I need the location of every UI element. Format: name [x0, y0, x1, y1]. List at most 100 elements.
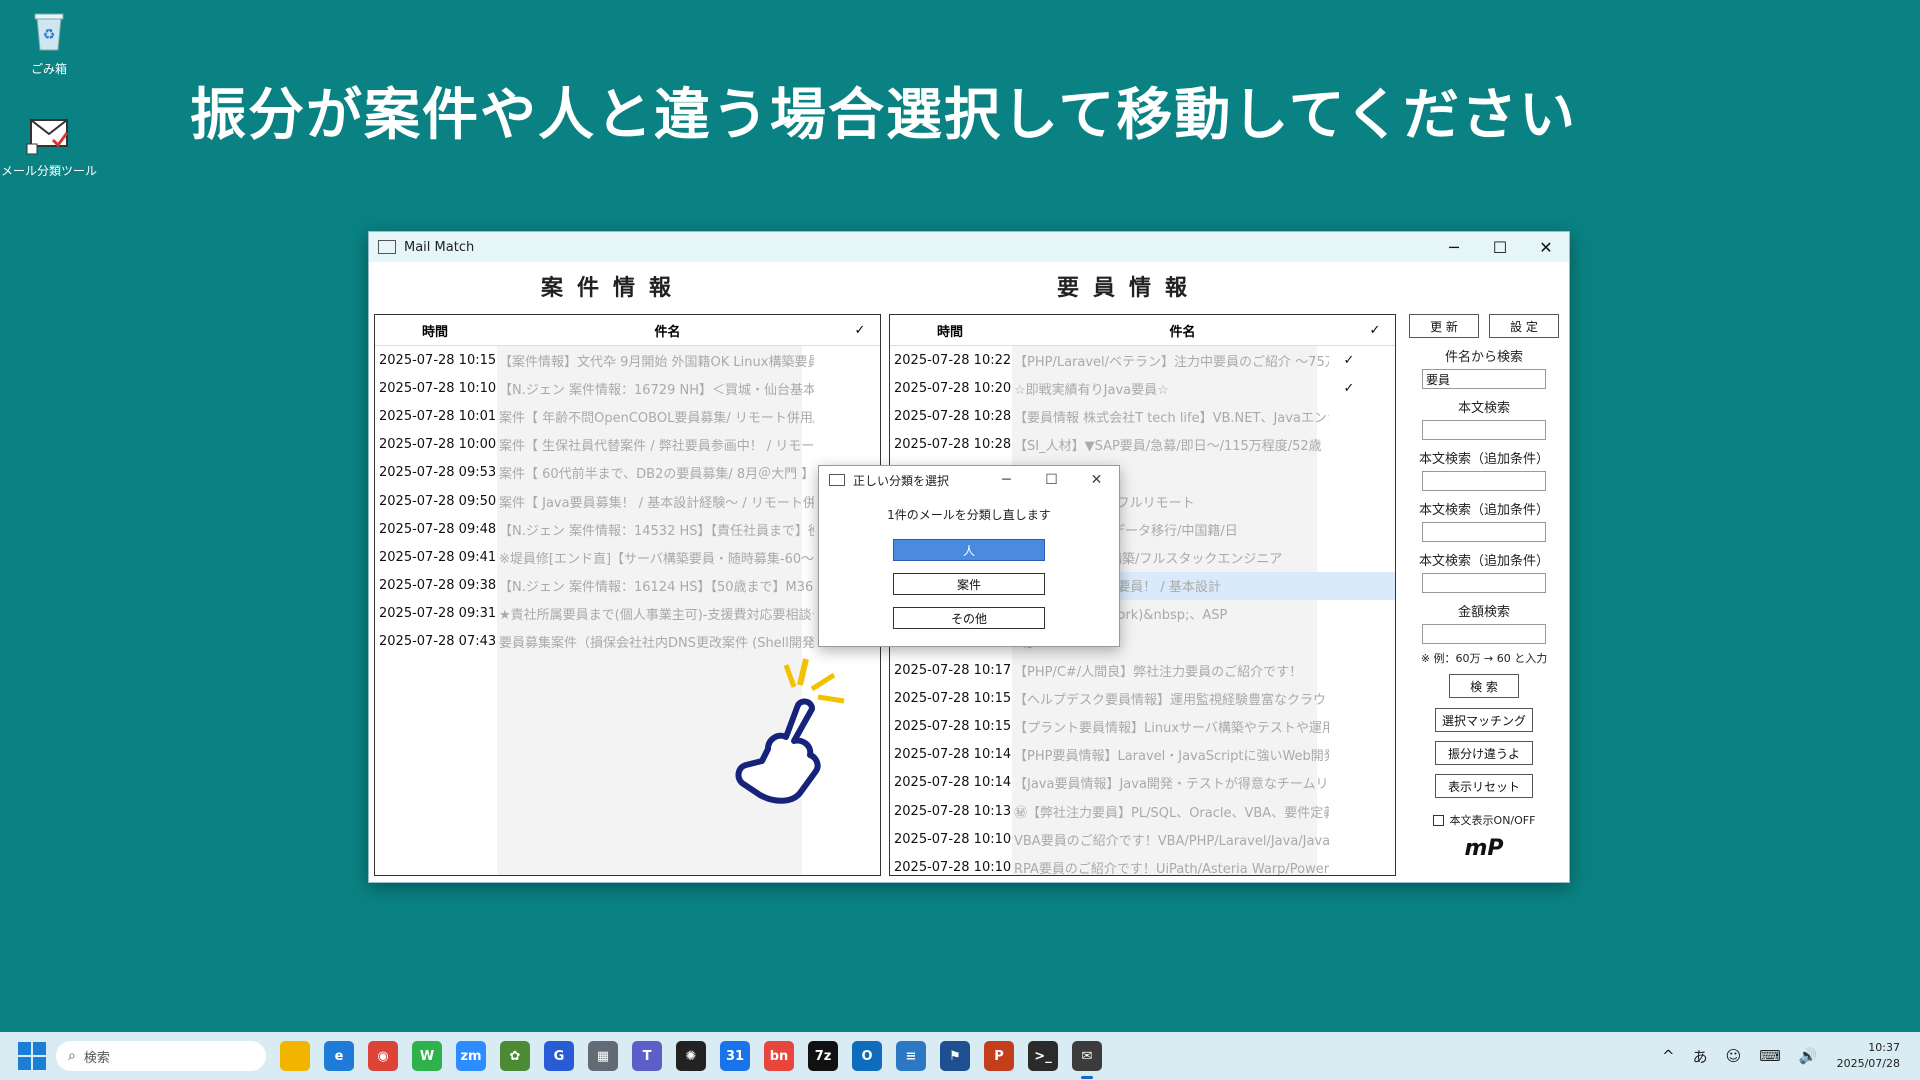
- list-row[interactable]: 2025-07-28 09:48 【N.ジェン 案件情報：14532 HS】【責任…: [375, 515, 880, 543]
- start-button[interactable]: [18, 1042, 46, 1070]
- desktop-icon-mail-tool[interactable]: メール分類ツール: [1, 110, 97, 179]
- list-row[interactable]: 2025-07-28 10:22 【PHP/Laravel/ベテラン】注力中要員の…: [890, 346, 1395, 374]
- list-row[interactable]: 2025-07-28 10:28 【SI_人材】▼SAP要員/急募/即日～/115…: [890, 431, 1395, 459]
- extra-search-input-2[interactable]: [1422, 522, 1546, 542]
- row-time: 2025-07-28 10:01: [379, 408, 497, 424]
- mail-match-icon[interactable]: ✉: [1072, 1041, 1102, 1079]
- option-person-button[interactable]: 人: [893, 539, 1045, 561]
- notepad-icon[interactable]: ≡: [896, 1041, 926, 1071]
- row-subject: 【PHP/Laravel/ベテラン】注力中要員のご紹介 ～75万円: [1014, 354, 1329, 370]
- dialog-maximize-button[interactable]: ☐: [1029, 472, 1074, 488]
- dialog-close-button[interactable]: ✕: [1074, 472, 1119, 488]
- 7zip-icon[interactable]: 7z: [808, 1041, 838, 1071]
- list-row[interactable]: 2025-07-28 10:15 【案件情報】文代卆 9月開始 外国籍OK Lin…: [375, 346, 880, 374]
- explorer-icon[interactable]: [280, 1041, 310, 1071]
- list-row[interactable]: 2025-07-28 10:28 【要員情報 株式会社T tech life】VB…: [890, 402, 1395, 430]
- row-check[interactable]: ✓: [1329, 381, 1369, 396]
- select-matching-button[interactable]: 選択マッチング: [1435, 708, 1533, 732]
- column-header-check[interactable]: ✓: [1355, 323, 1395, 338]
- list-row[interactable]: 2025-07-28 09:38 【N.ジェン 案件情報：16124 HS】【50…: [375, 572, 880, 600]
- window-titlebar[interactable]: Mail Match ─ ☐ ✕: [369, 232, 1569, 262]
- reassign-button[interactable]: 振分け違うよ: [1435, 741, 1533, 765]
- list-row[interactable]: 2025-07-28 10:20 ☆即戦実績有りJava要員☆ ✓: [890, 374, 1395, 402]
- row-subject: ㊙【弊社注力要員】PL/SQL、Oracle、VBA、要件定義～／55: [1014, 805, 1329, 821]
- list-row[interactable]: 2025-07-28 10:14 【PHP要員情報】Laravel・JavaScr…: [890, 741, 1395, 769]
- chrome-icon[interactable]: ◉: [368, 1041, 398, 1071]
- minimize-button[interactable]: ─: [1431, 232, 1477, 262]
- tray-volume-icon[interactable]: 🔊: [1799, 1047, 1818, 1065]
- list-row[interactable]: 2025-07-28 09:53 案件【 60代前半まで、DB2の要員募集/ 8月…: [375, 459, 880, 487]
- refresh-button[interactable]: 更 新: [1409, 314, 1479, 338]
- extra-search-input-1[interactable]: [1422, 471, 1546, 491]
- svg-text:♻: ♻: [43, 27, 56, 43]
- list-row[interactable]: 2025-07-28 10:00 案件【 生保社員代替案件 / 弊社要員参画中！ …: [375, 431, 880, 459]
- body-toggle-checkbox[interactable]: [1432, 814, 1444, 826]
- reset-view-button[interactable]: 表示リセット: [1435, 774, 1533, 798]
- network-app-icon[interactable]: ⚑: [940, 1041, 970, 1071]
- list-row[interactable]: 2025-07-28 10:13 ㊙【弊社注力要員】PL/SQL、Oracle、V…: [890, 797, 1395, 825]
- search-button[interactable]: 検 索: [1449, 674, 1519, 698]
- list-row[interactable]: 2025-07-28 10:01 案件【 年齢不問OpenCOBOL要員募集/ リ…: [375, 402, 880, 430]
- taskbar-clock[interactable]: 10:37 2025/07/28: [1837, 1040, 1900, 1072]
- list-row[interactable]: 2025-07-28 09:41 ※堤員修[エンド直]【サーバ構築要員・随時募集-…: [375, 543, 880, 571]
- teams-icon[interactable]: T: [632, 1041, 662, 1071]
- column-header-subject[interactable]: 件名: [495, 321, 840, 340]
- chatgpt-icon[interactable]: ✺: [676, 1041, 706, 1071]
- column-header-subject[interactable]: 件名: [1010, 321, 1355, 340]
- subject-search-input[interactable]: 要員: [1422, 369, 1546, 389]
- tray-network-icon[interactable]: ⌨: [1759, 1047, 1781, 1065]
- list-row[interactable]: 2025-07-28 10:14 【Java要員情報】Java開発・テストが得意な…: [890, 769, 1395, 797]
- plant-icon[interactable]: ✿: [500, 1041, 530, 1071]
- column-header-time[interactable]: 時間: [375, 321, 495, 340]
- column-header-time[interactable]: 時間: [890, 321, 1010, 340]
- clock-date: 2025/07/28: [1836, 1057, 1900, 1070]
- dialog-titlebar[interactable]: 正しい分類を選択 ─ ☐ ✕: [819, 466, 1119, 494]
- body-search-input[interactable]: [1422, 420, 1546, 440]
- option-project-button[interactable]: 案件: [893, 573, 1045, 595]
- row-subject: 【ヘルプデスク要員情報】運用監視経験豊富なクラウド志向のヘル: [1014, 692, 1329, 708]
- desktop-icon-recycle-bin[interactable]: ♻ ごみ箱: [1, 8, 97, 77]
- list-row[interactable]: 2025-07-28 10:15 【ヘルプデスク要員情報】運用監視経験豊富なクラウ…: [890, 684, 1395, 712]
- option-other-button[interactable]: その他: [893, 607, 1045, 629]
- calculator-icon[interactable]: ▦: [588, 1041, 618, 1071]
- list-row[interactable]: 2025-07-28 09:50 案件【 Java要員募集！ / 基本設計経験～ …: [375, 487, 880, 515]
- list-row[interactable]: 2025-07-28 10:17 【PHP/C#/人間良】弊社注力要員のご紹介です…: [890, 656, 1395, 684]
- powerpoint-icon[interactable]: P: [984, 1041, 1014, 1071]
- amount-search-label: 金額検索: [1457, 605, 1510, 620]
- list-row[interactable]: 2025-07-28 10:10 RPA要員のご紹介です！UiPath/Aster…: [890, 853, 1395, 875]
- staff-pane-title: 要員情報: [1057, 276, 1202, 301]
- list-row[interactable]: 2025-07-28 09:31 ★責社所属要員まで(個人事業主可)-支援費対応要…: [375, 600, 880, 628]
- tray-chevron-icon[interactable]: ^: [1662, 1047, 1675, 1065]
- dialog-minimize-button[interactable]: ─: [984, 472, 1029, 488]
- maximize-button[interactable]: ☐: [1477, 232, 1523, 262]
- list-row[interactable]: 2025-07-28 10:10 VBA要員のご紹介です！VBA/PHP/Lara…: [890, 825, 1395, 853]
- extra-search-input-3[interactable]: [1422, 573, 1546, 593]
- list-row[interactable]: 2025-07-28 10:10 【N.ジェン 案件情報：16729 NH】＜買城…: [375, 374, 880, 402]
- row-subject: 【プラント要員情報】Linuxサーバ構築やテストや運用系希望/イン: [1014, 721, 1329, 737]
- tray-status-icon[interactable]: ☺: [1726, 1047, 1742, 1065]
- row-check[interactable]: ✓: [1329, 353, 1369, 368]
- dialog-mail-icon: [829, 474, 845, 486]
- zoom-icon[interactable]: zm: [456, 1041, 486, 1071]
- system-tray: ^ あ ☺ ⌨ 🔊: [1653, 1046, 1827, 1067]
- pointing-hand-icon: [735, 658, 845, 804]
- close-button[interactable]: ✕: [1523, 232, 1569, 262]
- w-app-icon[interactable]: W: [412, 1041, 442, 1071]
- tray-ime-icon[interactable]: あ: [1693, 1046, 1708, 1067]
- body-toggle[interactable]: 本文表示ON/OFF: [1409, 812, 1559, 828]
- terminal-icon[interactable]: >_: [1028, 1041, 1058, 1071]
- column-header-check[interactable]: ✓: [840, 323, 880, 338]
- row-subject: 【PHP/C#/人間良】弊社注力要員のご紹介です！: [1014, 664, 1303, 680]
- row-time: 2025-07-28 09:50: [379, 493, 497, 509]
- g-app-icon[interactable]: G: [544, 1041, 574, 1071]
- amount-search-input[interactable]: [1422, 624, 1546, 644]
- calendar-icon[interactable]: 31: [720, 1041, 750, 1071]
- edge-icon[interactable]: e: [324, 1041, 354, 1071]
- instruction-headline: 振分が案件や人と違う場合選択して移動してください: [190, 83, 1577, 148]
- list-row[interactable]: 2025-07-28 07:43 要員募集案件（損保会社社内DNS更改案件 (Sh…: [375, 628, 880, 656]
- bn-app-icon[interactable]: bn: [764, 1041, 794, 1071]
- list-row[interactable]: 2025-07-28 10:15 【プラント要員情報】Linuxサーバ構築やテスト…: [890, 712, 1395, 740]
- outlook-icon[interactable]: O: [852, 1041, 882, 1071]
- taskbar-search[interactable]: ⌕ 検索: [56, 1041, 266, 1071]
- settings-button[interactable]: 設 定: [1489, 314, 1559, 338]
